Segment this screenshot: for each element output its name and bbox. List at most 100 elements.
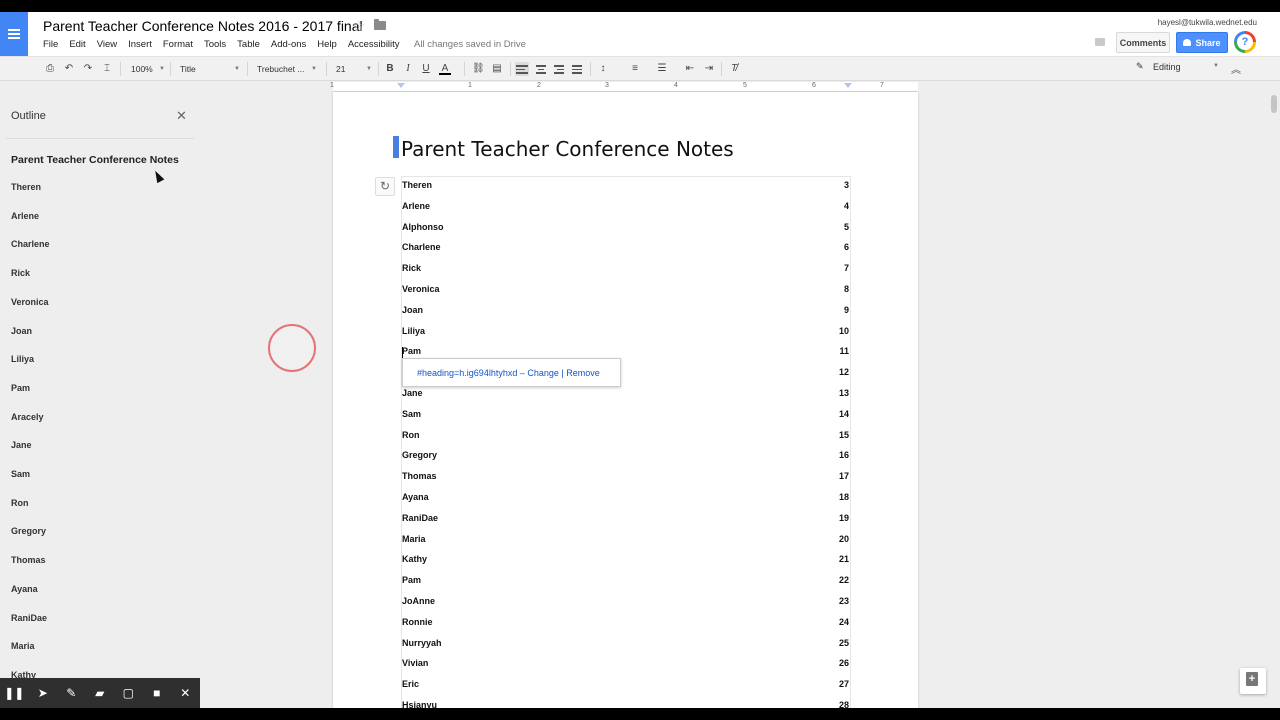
bold-icon[interactable]: B bbox=[384, 63, 396, 75]
link-icon[interactable]: ⛓ bbox=[472, 63, 485, 75]
menu-tools[interactable]: Tools bbox=[204, 39, 226, 50]
outline-heading[interactable]: Parent Teacher Conference Notes bbox=[11, 154, 179, 166]
redo-icon[interactable]: ↷ bbox=[82, 63, 94, 75]
star-icon[interactable]: ☆ bbox=[352, 17, 365, 35]
underline-icon[interactable]: U bbox=[420, 63, 432, 75]
outline-item[interactable]: Aracely bbox=[11, 412, 44, 422]
toc-entry-name[interactable]: Vivian bbox=[402, 658, 428, 668]
font-size-select[interactable]: 21 ▼ bbox=[336, 61, 372, 77]
toc-row[interactable]: Eric 27 bbox=[402, 679, 849, 693]
align-right-icon[interactable] bbox=[553, 63, 565, 75]
outline-item[interactable]: Jane bbox=[11, 440, 32, 450]
italic-icon[interactable]: I bbox=[402, 63, 414, 75]
close-icon[interactable]: ✕ bbox=[171, 678, 200, 708]
toc-row[interactable]: Maria 20 bbox=[402, 534, 849, 548]
pen-icon[interactable]: ✎ bbox=[57, 678, 86, 708]
toc-row[interactable]: Liliya 10 bbox=[402, 326, 849, 340]
toc-row[interactable]: Vivian 26 bbox=[402, 658, 849, 672]
line-spacing-icon[interactable]: ↕ bbox=[597, 63, 609, 75]
highlighter-icon[interactable]: ▰ bbox=[86, 678, 115, 708]
comment-icon[interactable]: ▤ bbox=[491, 63, 503, 75]
toc-row[interactable]: Alphonso 5 bbox=[402, 222, 849, 236]
menu-view[interactable]: View bbox=[97, 39, 117, 50]
toc-entry-name[interactable]: Pam bbox=[402, 575, 421, 585]
toc-row[interactable]: Ron 15 bbox=[402, 430, 849, 444]
toc-entry-name[interactable]: Joan bbox=[402, 305, 423, 315]
toc-entry-name[interactable]: Kathy bbox=[402, 554, 427, 564]
outline-item[interactable]: Maria bbox=[11, 641, 35, 651]
increase-indent-icon[interactable]: ⇥ bbox=[703, 63, 715, 75]
ruler[interactable]: 1 1 2 3 4 5 6 7 bbox=[330, 82, 918, 92]
font-select[interactable]: Trebuchet ... ▼ bbox=[257, 61, 317, 77]
user-email[interactable]: hayesl@tukwila.wednet.edu bbox=[1158, 18, 1257, 27]
menu-insert[interactable]: Insert bbox=[128, 39, 152, 50]
toc-entry-name[interactable]: RaniDae bbox=[402, 513, 438, 523]
toc-row[interactable]: Nurryyah 25 bbox=[402, 638, 849, 652]
toc-entry-name[interactable]: Hsianyu bbox=[402, 700, 437, 708]
numbered-list-icon[interactable]: ≡ bbox=[629, 63, 641, 75]
justify-icon[interactable] bbox=[571, 63, 583, 75]
toc-row[interactable]: Pam 22 bbox=[402, 575, 849, 589]
menu-table[interactable]: Table bbox=[237, 39, 260, 50]
toc-entry-name[interactable]: Pam bbox=[402, 346, 421, 356]
toc-entry-name[interactable]: Maria bbox=[402, 534, 426, 544]
toc-row[interactable]: Gregory 16 bbox=[402, 450, 849, 464]
menu-accessibility[interactable]: Accessibility bbox=[348, 39, 400, 50]
menu-addons[interactable]: Add-ons bbox=[271, 39, 306, 50]
explore-button[interactable] bbox=[1240, 668, 1266, 694]
outline-item[interactable]: Joan bbox=[11, 326, 32, 336]
toc-entry-name[interactable]: Nurryyah bbox=[402, 638, 442, 648]
outline-item[interactable]: Theren bbox=[11, 182, 41, 192]
toc-row[interactable]: RaniDae 19 bbox=[402, 513, 849, 527]
toc-row[interactable]: Joan 9 bbox=[402, 305, 849, 319]
docs-home-icon[interactable] bbox=[0, 12, 28, 56]
rectangle-icon[interactable]: ▢ bbox=[114, 678, 143, 708]
align-left-icon[interactable] bbox=[515, 62, 529, 76]
menu-format[interactable]: Format bbox=[163, 39, 193, 50]
outline-item[interactable]: Veronica bbox=[11, 297, 49, 307]
toc-row[interactable]: Charlene 6 bbox=[402, 242, 849, 256]
outline-item[interactable]: Ron bbox=[11, 498, 29, 508]
toc-row[interactable]: Theren 3 bbox=[402, 180, 849, 194]
toc-entry-name[interactable]: Theren bbox=[402, 180, 432, 190]
outline-item[interactable]: Arlene bbox=[11, 211, 39, 221]
indent-marker[interactable] bbox=[397, 83, 405, 88]
menu-help[interactable]: Help bbox=[317, 39, 337, 50]
toc-entry-name[interactable]: Arlene bbox=[402, 201, 430, 211]
menu-edit[interactable]: Edit bbox=[69, 39, 85, 50]
toc-row[interactable]: Rick 7 bbox=[402, 263, 849, 277]
toc-row[interactable]: Sam 14 bbox=[402, 409, 849, 423]
collapse-menu-icon[interactable]: ︽ bbox=[1231, 61, 1241, 76]
comments-button[interactable]: Comments bbox=[1116, 32, 1170, 53]
toc-entry-name[interactable]: Gregory bbox=[402, 450, 437, 460]
toc-entry-name[interactable]: Ayana bbox=[402, 492, 429, 502]
bulleted-list-icon[interactable]: ☰ bbox=[656, 63, 668, 75]
toc-entry-name[interactable]: Liliya bbox=[402, 326, 425, 336]
toc-row[interactable]: Hsianyu 28 bbox=[402, 700, 849, 708]
align-center-icon[interactable] bbox=[535, 63, 547, 75]
toc-row[interactable]: Thomas 17 bbox=[402, 471, 849, 485]
toc-entry-name[interactable]: Ronnie bbox=[402, 617, 433, 627]
doc-heading[interactable]: Parent Teacher Conference Notes bbox=[401, 137, 734, 161]
toc-row[interactable]: Ayana 18 bbox=[402, 492, 849, 506]
outline-item[interactable]: Pam bbox=[11, 383, 30, 393]
doc-title[interactable]: Parent Teacher Conference Notes 2016 - 2… bbox=[43, 18, 363, 34]
outline-item[interactable]: Gregory bbox=[11, 526, 46, 536]
avatar[interactable] bbox=[1234, 31, 1256, 53]
pointer-icon[interactable]: ➤ bbox=[29, 678, 58, 708]
right-indent-marker[interactable] bbox=[844, 83, 852, 88]
toc-entry-name[interactable]: Sam bbox=[402, 409, 421, 419]
style-select[interactable]: Title ▼ bbox=[180, 61, 240, 77]
toc-row[interactable]: JoAnne 23 bbox=[402, 596, 849, 610]
close-icon[interactable]: ✕ bbox=[176, 108, 187, 124]
paint-format-icon[interactable]: ⌶ bbox=[101, 63, 113, 75]
toc-entry-name[interactable]: Veronica bbox=[402, 284, 440, 294]
toc-row[interactable]: Jane 13 bbox=[402, 388, 849, 402]
toc-entry-name[interactable]: Jane bbox=[402, 388, 423, 398]
zoom-select[interactable]: 100% ▼ bbox=[131, 61, 165, 77]
toc-entry-name[interactable]: Rick bbox=[402, 263, 421, 273]
undo-icon[interactable]: ↶ bbox=[63, 63, 75, 75]
outline-item[interactable]: Sam bbox=[11, 469, 30, 479]
outline-item[interactable]: Charlene bbox=[11, 239, 50, 249]
toc-entry-name[interactable]: Charlene bbox=[402, 242, 441, 252]
